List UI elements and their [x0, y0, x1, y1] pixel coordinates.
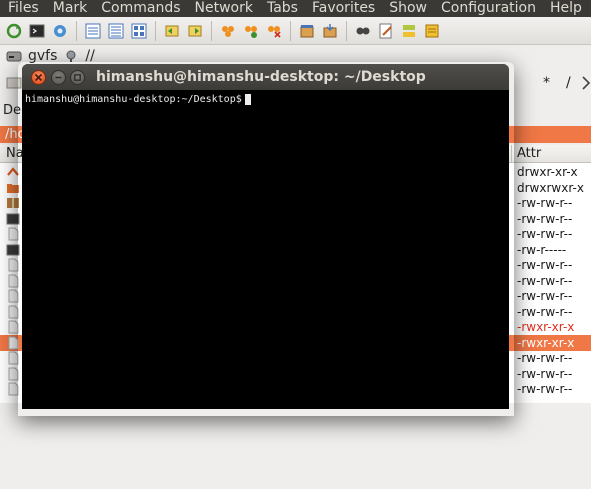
file-attributes: drwxrwxr-x: [517, 180, 584, 195]
desktop: { "file_manager": { "menu": ["Files", "M…: [0, 0, 591, 489]
file-attributes: -rw-rw-r--: [517, 351, 573, 365]
thumbnail-view-icon: [131, 23, 147, 38]
terminal-titlebar[interactable]: himanshu@himanshu-desktop: ~/Desktop: [22, 64, 509, 90]
copy-names-icon: [425, 24, 439, 37]
minimize-icon: [55, 76, 62, 79]
terminal-body[interactable]: himanshu@himanshu-desktop:~/Desktop$: [22, 90, 509, 409]
file-attributes: -rwxr-xr-x: [517, 320, 575, 334]
toolbar-separator: [290, 20, 291, 41]
file-attributes: -rw-rw-r--: [517, 304, 573, 319]
forward-icon: [188, 25, 202, 36]
unpack-icon: [323, 23, 337, 37]
brief-view-icon: [85, 23, 101, 38]
copy-names-button[interactable]: [422, 21, 442, 41]
close-button[interactable]: [31, 70, 46, 85]
sync-dirs-icon: [403, 24, 415, 37]
menu-bar: Files Mark Commands Network Tabs Favorites Sho…: [0, 0, 591, 17]
file-attributes: drwxr-xr-x: [517, 165, 578, 179]
toolbar-separator: [211, 20, 212, 41]
multi-rename-button[interactable]: [376, 21, 396, 41]
pack-icon: [300, 24, 314, 37]
brief-view-button[interactable]: [83, 21, 103, 41]
network-connect-button[interactable]: [218, 21, 238, 41]
all-files-filter[interactable]: *: [543, 75, 550, 91]
menu-mark[interactable]: Mark: [46, 0, 95, 17]
network-disconnect-button[interactable]: [264, 21, 284, 41]
settings-button[interactable]: [50, 21, 70, 41]
menu-help[interactable]: Help: [543, 0, 589, 17]
back-icon: [165, 25, 179, 36]
minimize-button[interactable]: [51, 70, 66, 85]
toolbar-separator: [346, 20, 347, 41]
file-attributes: -rw-r-----: [517, 242, 567, 257]
back-button[interactable]: [162, 21, 182, 41]
pack-button[interactable]: [297, 21, 317, 41]
column-attr[interactable]: Attr: [517, 146, 541, 161]
forward-button[interactable]: [185, 21, 205, 41]
menu-show[interactable]: Show: [382, 0, 434, 17]
file-attributes: -rw-rw-r--: [517, 382, 573, 396]
menu-configuration[interactable]: Configuration: [434, 0, 543, 17]
search-button[interactable]: [353, 21, 373, 41]
file-attributes: -rwxr-xr-x: [517, 335, 575, 350]
toolbar-separator: [76, 20, 77, 41]
full-view-icon: [108, 23, 124, 38]
terminal-icon: [29, 24, 45, 37]
network-new-icon: [245, 25, 257, 38]
terminal-window[interactable]: himanshu@himanshu-desktop: ~/Desktop him…: [22, 64, 509, 409]
terminal-title: himanshu@himanshu-desktop: ~/Desktop: [96, 69, 426, 85]
network-disconnect-icon: [268, 25, 281, 38]
unpack-button[interactable]: [320, 21, 340, 41]
file-attributes: -rw-rw-r--: [517, 273, 573, 288]
shell-prompt: himanshu@himanshu-desktop:~/Desktop$: [25, 94, 242, 105]
file-attributes: -rw-rw-r--: [517, 258, 573, 272]
network-new-button[interactable]: [241, 21, 261, 41]
close-icon: [34, 73, 43, 82]
root-button[interactable]: /: [566, 75, 571, 91]
maximize-button[interactable]: [70, 70, 85, 85]
menu-commands[interactable]: Commands: [94, 0, 187, 17]
multi-rename-icon: [379, 23, 392, 38]
file-attributes: -rw-rw-r--: [517, 366, 573, 381]
drive-icon[interactable]: [6, 50, 22, 63]
file-attributes: -rw-rw-r--: [517, 289, 573, 303]
file-attributes: -rw-rw-r--: [517, 211, 573, 226]
file-attributes: -rw-rw-r--: [517, 227, 573, 241]
network-connect-icon: [222, 25, 234, 37]
settings-icon: [54, 24, 66, 37]
menu-network[interactable]: Network: [188, 0, 260, 17]
sync-dirs-button[interactable]: [399, 21, 419, 41]
menu-favorites[interactable]: Favorites: [305, 0, 382, 17]
search-icon: [356, 27, 370, 34]
refresh-icon: [6, 23, 22, 38]
toolbar: [0, 17, 591, 45]
network-drive-icon[interactable]: [63, 50, 79, 63]
text-cursor: [244, 94, 251, 105]
full-view-button[interactable]: [106, 21, 126, 41]
menu-tabs[interactable]: Tabs: [260, 0, 305, 17]
maximize-icon: [74, 74, 81, 81]
thumbnail-view-button[interactable]: [129, 21, 149, 41]
scroll-right-icon[interactable]: [581, 76, 591, 90]
menu-files[interactable]: Files: [0, 0, 46, 17]
file-attributes: -rw-rw-r--: [517, 196, 573, 210]
refresh-button[interactable]: [4, 21, 24, 41]
terminal-button[interactable]: [27, 21, 47, 41]
toolbar-separator: [155, 20, 156, 41]
